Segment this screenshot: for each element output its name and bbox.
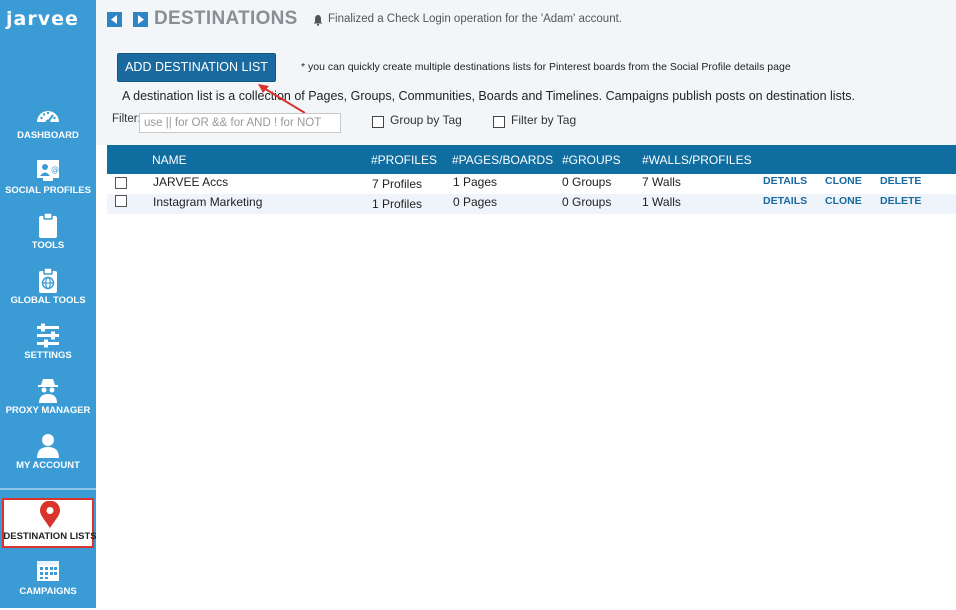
column-header-profiles[interactable]: #PROFILES [371,153,437,167]
filter-by-tag-checkbox[interactable] [493,116,505,128]
column-header-pages-boards[interactable]: #PAGES/BOARDS [452,153,553,167]
sidebar-item-label: CAMPAIGNS [19,586,77,597]
row-checkbox[interactable] [115,177,127,189]
spy-icon [33,377,63,405]
sidebar-item-label: SOCIAL PROFILES [5,185,91,196]
triangle-left-icon [111,15,117,24]
sidebar-item-my-account[interactable]: MY ACCOUNT [0,430,96,484]
clone-link[interactable]: CLONE [825,175,862,187]
row-profiles: 7 Profiles [372,177,423,191]
table-row: Instagram Marketing 1 Profiles 0 Pages 0… [107,194,956,214]
svg-text:@: @ [51,165,59,174]
user-icon [33,432,63,460]
back-arrow-button[interactable] [107,12,122,27]
sidebar-item-label: GLOBAL TOOLS [10,295,86,306]
row-profiles: 1 Profiles [372,197,423,211]
sliders-icon [33,322,63,350]
delete-link[interactable]: DELETE [880,175,921,187]
annotation-arrow [258,84,306,114]
column-header-groups[interactable]: #GROUPS [562,153,621,167]
group-by-tag-checkbox[interactable] [372,116,384,128]
clone-link[interactable]: CLONE [825,195,862,207]
row-pages: 0 Pages [453,195,498,209]
filter-label: Filter: [112,113,141,125]
social-profiles-icon: @ [33,157,63,185]
sidebar-item-proxy-manager[interactable]: PROXY MANAGER [0,375,96,429]
page-title: DESTINATIONS [154,8,298,29]
hint-text: * you can quickly create multiple destin… [301,61,791,73]
filter-by-tag-label: Filter by Tag [511,113,577,127]
row-groups: 0 Groups [562,175,612,189]
sidebar-item-campaigns[interactable]: CAMPAIGNS [0,556,96,610]
calendar-icon [33,558,63,586]
sidebar-item-settings[interactable]: SETTINGS [0,320,96,374]
details-link[interactable]: DETAILS [763,195,807,207]
sidebar-item-destination-lists[interactable]: DESTINATION LISTS [2,498,97,548]
map-pin-icon [35,501,65,529]
delete-link[interactable]: DELETE [880,195,921,207]
row-name: Instagram Marketing [153,195,263,209]
description-text: A destination list is a collection of Pa… [122,89,856,103]
table-row: JARVEE Accs 7 Profiles 1 Pages 0 Groups … [107,174,956,194]
clipboard-icon [33,212,63,240]
sidebar-item-label: SETTINGS [24,350,72,361]
dashboard-gauge-icon [33,102,63,130]
sidebar-item-tools[interactable]: TOOLS [0,210,96,264]
table-header: NAME #PROFILES #PAGES/BOARDS #GROUPS #WA… [107,145,956,174]
sidebar-divider [0,488,96,490]
sidebar-item-label: DASHBOARD [17,130,79,141]
group-by-tag-label: Group by Tag [390,113,462,127]
sidebar-item-social-profiles[interactable]: @ SOCIAL PROFILES [0,155,96,209]
sidebar-item-label: PROXY MANAGER [5,405,91,416]
row-name: JARVEE Accs [153,175,229,189]
sidebar-item-label: MY ACCOUNT [16,460,80,471]
column-header-walls-profiles[interactable]: #WALLS/PROFILES [642,153,752,167]
globe-clipboard-icon [33,267,63,295]
row-walls: 1 Walls [642,195,681,209]
sidebar-item-global-tools[interactable]: GLOBAL TOOLS [0,265,96,319]
filter-input[interactable] [139,113,341,133]
row-walls: 7 Walls [642,175,681,189]
row-pages: 1 Pages [453,175,498,189]
sidebar-item-label: TOOLS [31,240,65,251]
sidebar: jarvee DASHBOARD @ SOCIAL PROFILES TOOLS… [0,0,97,610]
app-logo: jarvee [6,8,79,30]
column-header-name[interactable]: NAME [152,153,187,167]
row-groups: 0 Groups [562,195,612,209]
notification-text: Finalized a Check Login operation for th… [328,13,622,25]
triangle-right-icon [138,15,144,24]
details-link[interactable]: DETAILS [763,175,807,187]
bell-icon [312,14,324,26]
sidebar-item-dashboard[interactable]: DASHBOARD [0,100,96,154]
sidebar-item-label: DESTINATION LISTS [3,531,97,542]
row-checkbox[interactable] [115,195,127,207]
forward-arrow-button[interactable] [133,12,148,27]
